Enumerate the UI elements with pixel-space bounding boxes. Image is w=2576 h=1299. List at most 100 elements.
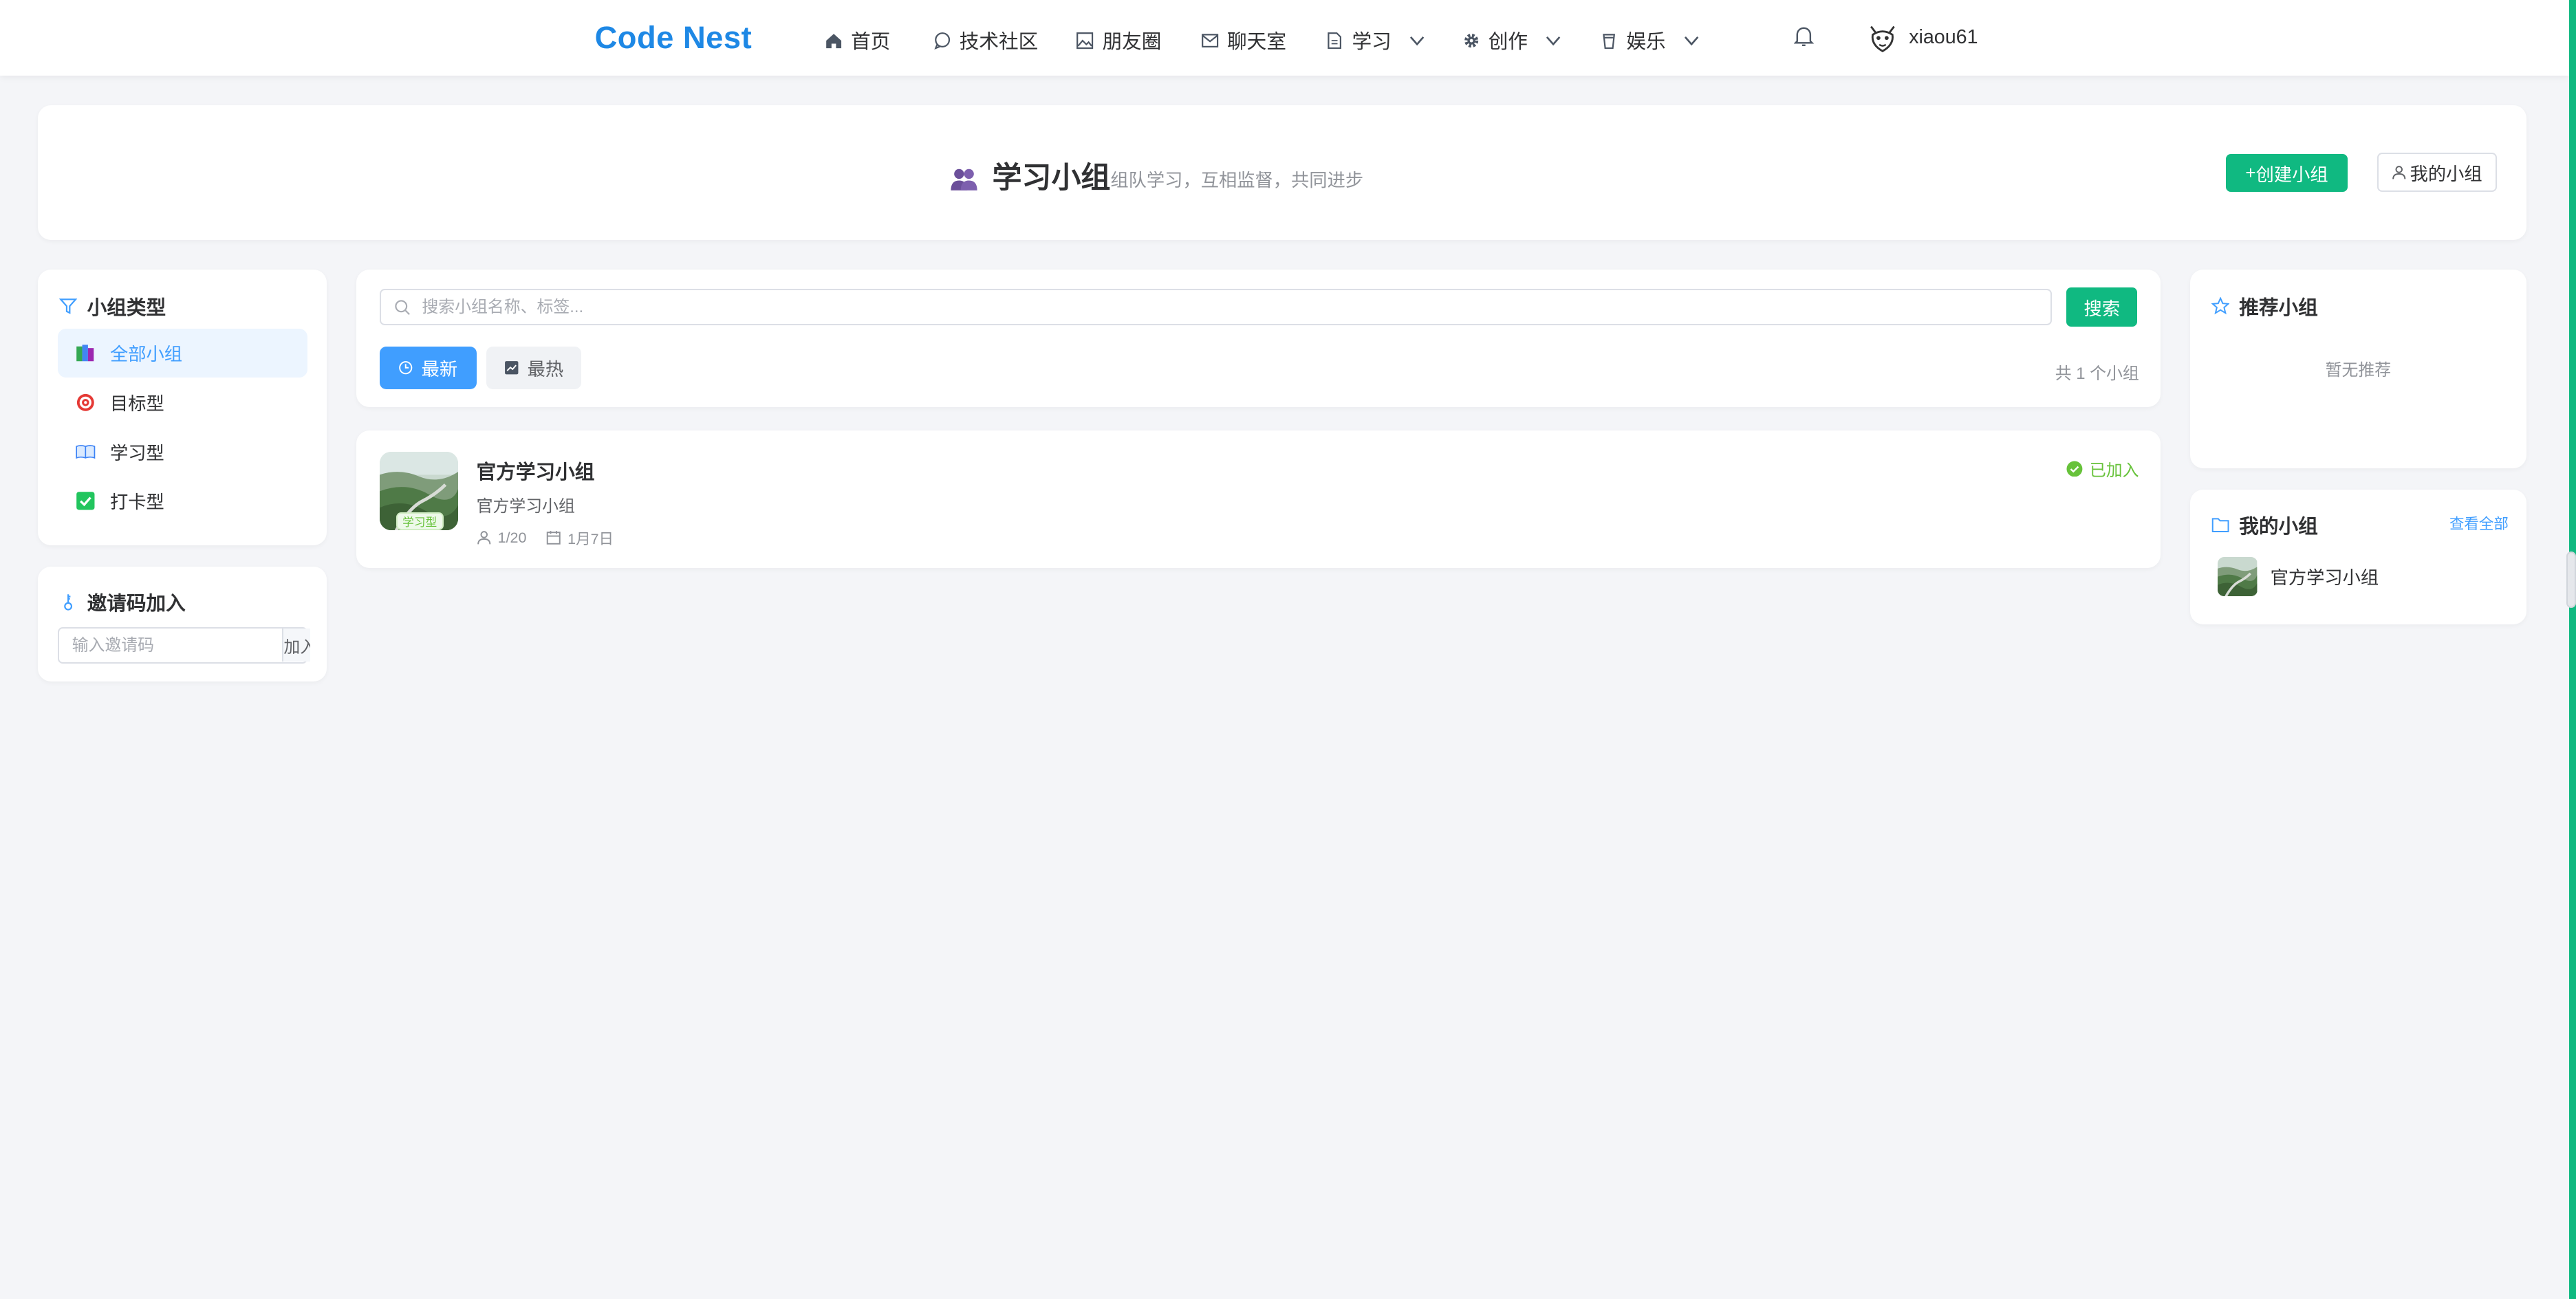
open-book-icon	[76, 445, 96, 459]
nav-create-menu[interactable]: 创作	[1462, 26, 1563, 54]
image-icon	[1076, 32, 1094, 49]
view-all-link[interactable]: 查看全部	[2449, 512, 2509, 534]
page-title: 学习小组	[992, 162, 1111, 195]
chevron-down-icon	[1684, 36, 1698, 45]
my-groups-title: 我的小组	[2211, 511, 2318, 539]
nav-entertainment-menu[interactable]: 娱乐	[1600, 26, 1700, 54]
document-icon	[1328, 32, 1342, 49]
group-members-count: 1/20	[497, 529, 527, 546]
scrollbar-handle[interactable]	[2566, 552, 2576, 608]
username: xiaou61	[1909, 26, 1978, 49]
group-types-title: 小组类型	[58, 292, 166, 320]
group-types-panel: 小组类型 全部小组 目标型 学习型 打卡型	[37, 269, 327, 545]
star-icon	[2211, 297, 2229, 315]
top-navbar: Code Nest 首页 技术社区 朋友圈 聊天室 学习 创作 娱乐 xiaou…	[0, 0, 2570, 76]
page-title-group: 学习小组 组队学习，互相监督，共同进步	[949, 154, 1363, 197]
search-button[interactable]: 搜索	[2066, 287, 2138, 327]
home-icon	[826, 33, 841, 48]
my-group-name: 官方学习小组	[2270, 567, 2379, 589]
group-count: 共 1 个小组	[2055, 364, 2139, 384]
recommended-groups-panel: 推荐小组 暂无推荐	[2189, 269, 2527, 468]
type-item-checkin[interactable]: 打卡型	[58, 477, 307, 526]
nav-study-menu[interactable]: 学习	[1325, 26, 1426, 54]
joined-status: 已加入	[2066, 457, 2139, 481]
my-groups-title-label: 我的小组	[2239, 515, 2318, 538]
sort-newest-label: 最新	[421, 358, 458, 380]
recommended-title: 推荐小组	[2211, 292, 2318, 320]
nav-moments[interactable]: 朋友圈	[1076, 26, 1161, 54]
invite-title: 邀请码加入	[59, 588, 186, 616]
search-field	[379, 289, 2052, 325]
invite-join-button[interactable]: 加入	[282, 629, 310, 662]
books-icon	[76, 345, 94, 362]
nav-entertainment-label: 娱乐	[1626, 31, 1666, 54]
search-panel: 搜索 最新 最热 共 1 个小组	[356, 269, 2161, 408]
group-type-tag: 学习型	[396, 512, 444, 531]
gear-icon	[1464, 33, 1478, 47]
bell-icon[interactable]	[1794, 25, 1814, 47]
group-meta: 1/20 1月7日	[477, 527, 614, 549]
invite-code-panel: 邀请码加入 加入	[37, 566, 327, 682]
group-date-label: 1月7日	[567, 530, 614, 547]
nav-create-label: 创作	[1488, 31, 1528, 54]
nav-study-label: 学习	[1352, 31, 1392, 54]
calendar-icon	[546, 531, 561, 545]
type-item-all[interactable]: 全部小组	[57, 328, 307, 378]
sort-hot-button[interactable]: 最热	[486, 346, 582, 390]
my-groups-panel: 我的小组 查看全部 官方学习小组	[2189, 489, 2527, 624]
folder-icon	[2211, 518, 2229, 533]
group-description: 官方学习小组	[476, 497, 575, 516]
invite-code-input[interactable]	[58, 629, 292, 662]
type-item-goal-label: 目标型	[109, 393, 164, 415]
sort-newest-button[interactable]: 最新	[379, 346, 477, 390]
user-icon	[477, 531, 490, 545]
group-card[interactable]: 学习型 官方学习小组 官方学习小组 1/20 1月7日 已加入	[356, 430, 2161, 569]
recommended-title-label: 推荐小组	[2239, 297, 2318, 320]
page-subtitle: 组队学习，互相监督，共同进步	[1110, 170, 1364, 191]
create-group-label: 创建小组	[2255, 164, 2328, 185]
invite-title-label: 邀请码加入	[87, 593, 186, 615]
type-item-all-label: 全部小组	[109, 344, 183, 365]
plus-icon: +	[2245, 162, 2256, 184]
people-icon	[951, 168, 978, 190]
type-item-checkin-label: 打卡型	[109, 492, 164, 513]
group-types-title-label: 小组类型	[87, 297, 166, 320]
nav-home[interactable]: 首页	[825, 26, 890, 54]
nav-moments-label: 朋友圈	[1102, 31, 1162, 54]
group-date: 1月7日	[546, 527, 614, 549]
invite-code-group: 加入	[57, 627, 310, 664]
recommended-empty: 暂无推荐	[2325, 361, 2392, 380]
user-icon	[2392, 166, 2406, 179]
page-header-card: 学习小组 组队学习，互相监督，共同进步 + 创建小组 我的小组	[37, 105, 2527, 240]
type-item-goal[interactable]: 目标型	[58, 378, 307, 427]
target-icon	[76, 393, 94, 411]
scrollbar-track[interactable]	[2569, 0, 2576, 1299]
chevron-down-icon	[1546, 36, 1561, 45]
checkbox-icon	[76, 492, 95, 510]
nav-tech-community[interactable]: 技术社区	[933, 26, 1039, 54]
nav-chatroom[interactable]: 聊天室	[1201, 26, 1286, 54]
my-groups-button[interactable]: 我的小组	[2377, 153, 2498, 193]
type-item-study-label: 学习型	[109, 442, 164, 463]
nav-tech-community-label: 技术社区	[959, 31, 1039, 54]
cup-icon	[1603, 33, 1616, 49]
group-members: 1/20	[477, 529, 527, 547]
user-menu[interactable]: xiaou61	[1866, 20, 1978, 56]
my-group-item[interactable]: 官方学习小组	[2218, 556, 2379, 596]
site-logo[interactable]: Code Nest	[595, 20, 753, 56]
nav-chatroom-label: 聊天室	[1227, 31, 1286, 54]
chevron-down-icon	[1409, 36, 1425, 45]
clock-icon	[399, 361, 413, 375]
check-circle-icon	[2066, 460, 2083, 477]
mail-icon	[1201, 33, 1219, 47]
avatar	[1870, 25, 1895, 52]
create-group-button[interactable]: + 创建小组	[2226, 154, 2348, 193]
search-input[interactable]	[418, 296, 2050, 318]
my-groups-label: 我的小组	[2410, 163, 2482, 184]
type-item-study[interactable]: 学习型	[58, 427, 307, 477]
trend-icon	[505, 361, 519, 375]
sort-hot-label: 最热	[527, 358, 564, 380]
chat-icon	[933, 32, 950, 50]
my-group-thumbnail	[2218, 556, 2258, 596]
group-name[interactable]: 官方学习小组	[477, 457, 595, 485]
